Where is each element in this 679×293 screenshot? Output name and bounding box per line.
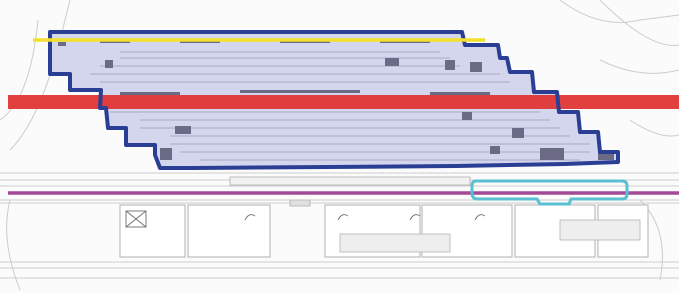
lower-block-2 — [187, 204, 271, 258]
hatched-strip — [339, 233, 451, 253]
platform-rect-1 — [229, 176, 471, 186]
lower-block-1 — [119, 204, 186, 258]
dark-mark-7 — [385, 58, 399, 66]
dark-mark-8 — [445, 60, 455, 70]
dark-mark-16 — [160, 148, 172, 160]
dark-mark-14 — [462, 112, 472, 120]
plan-canvas — [0, 0, 679, 291]
dark-mark-15 — [512, 128, 524, 138]
dark-mark-17 — [490, 146, 500, 154]
dark-mark-9 — [470, 62, 482, 72]
dark-mark-12 — [430, 92, 490, 95]
dark-mark-1 — [58, 42, 66, 46]
site-curve-right-2 — [599, 59, 679, 74]
hatched-strip-2 — [559, 219, 641, 241]
lower-building-blocks — [119, 204, 649, 258]
dark-mark-10 — [120, 92, 180, 95]
dark-mark-13 — [175, 126, 191, 134]
site-curve-right-3 — [629, 119, 679, 137]
dark-mark-11 — [240, 90, 360, 93]
site-plan-diagram — [0, 0, 679, 293]
dark-mark-18 — [540, 148, 564, 160]
platform-rect-2 — [289, 199, 311, 207]
site-curve-right-4 — [599, 0, 679, 46]
site-curve-bottom-left — [6, 199, 21, 291]
site-curve-right — [559, 0, 679, 23]
red-band — [8, 95, 679, 109]
dark-mark-6 — [105, 60, 113, 68]
